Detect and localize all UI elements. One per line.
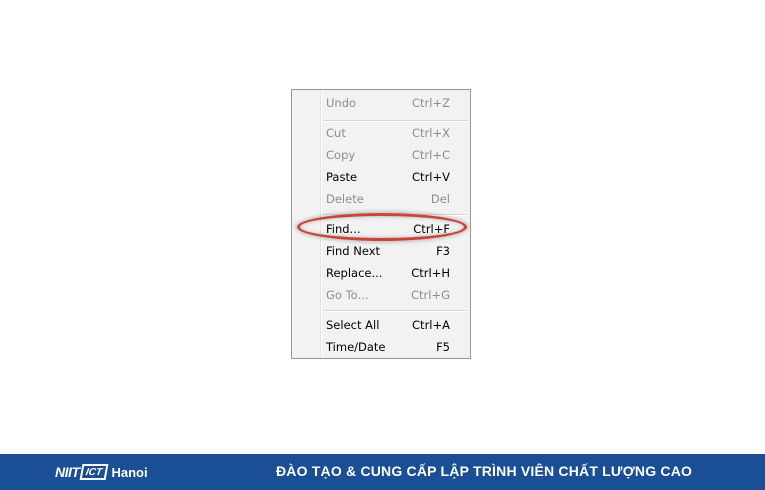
menu-item-shortcut: Ctrl+X	[412, 126, 450, 140]
menu-separator	[323, 214, 467, 216]
menu-item-copy[interactable]: Copy Ctrl+C	[326, 144, 450, 166]
menu-item-label: Go To...	[326, 288, 369, 302]
menu-item-time-date[interactable]: Time/Date F5	[326, 336, 450, 358]
menu-separator	[323, 310, 467, 312]
logo-city: Hanoi	[111, 464, 148, 480]
footer-slogan: ĐÀO TẠO & CUNG CẤP LẬP TRÌNH VIÊN CHẤT L…	[276, 463, 693, 479]
menu-item-label: Time/Date	[326, 340, 386, 354]
logo-box: ICT	[80, 464, 109, 480]
menu-item-cut[interactable]: Cut Ctrl+X	[326, 122, 450, 144]
menu-item-label: Select All	[326, 318, 380, 332]
menu-item-shortcut: Ctrl+F	[413, 222, 450, 236]
menu-item-shortcut: F5	[436, 340, 450, 354]
menu-item-shortcut: Ctrl+Z	[412, 96, 450, 110]
menu-item-label: Paste	[326, 170, 358, 184]
menu-item-find[interactable]: Find... Ctrl+F	[326, 218, 450, 240]
footer-banner: NIIT ICT Hanoi ĐÀO TẠO & CUNG CẤP LẬP TR…	[0, 454, 765, 490]
menu-item-paste[interactable]: Paste Ctrl+V	[326, 166, 450, 188]
menu-item-label: Find Next	[326, 244, 381, 258]
menu-item-label: Undo	[326, 96, 357, 110]
menu-item-label: Copy	[326, 148, 356, 162]
logo-text: NIIT	[55, 464, 80, 480]
niit-logo: NIIT ICT Hanoi	[55, 462, 148, 482]
menu-item-shortcut: Ctrl+V	[412, 170, 450, 184]
menu-item-go-to[interactable]: Go To... Ctrl+G	[326, 284, 450, 306]
edit-context-menu: Undo Ctrl+Z Cut Ctrl+X Copy Ctrl+C Paste…	[291, 89, 471, 359]
menu-item-label: Replace...	[326, 266, 383, 280]
menu-item-shortcut: Ctrl+A	[412, 318, 450, 332]
menu-item-find-next[interactable]: Find Next F3	[326, 240, 450, 262]
menu-item-undo[interactable]: Undo Ctrl+Z	[326, 92, 450, 114]
menu-item-select-all[interactable]: Select All Ctrl+A	[326, 314, 450, 336]
menu-item-replace[interactable]: Replace... Ctrl+H	[326, 262, 450, 284]
menu-item-shortcut: F3	[436, 244, 450, 258]
menu-item-delete[interactable]: Delete Del	[326, 188, 450, 210]
menu-item-label: Delete	[326, 192, 364, 206]
menu-icon-gutter	[320, 92, 322, 356]
menu-item-shortcut: Ctrl+G	[410, 288, 450, 302]
menu-item-shortcut: Del	[430, 192, 450, 206]
menu-item-shortcut: Ctrl+H	[411, 266, 450, 280]
menu-item-label: Cut	[326, 126, 346, 140]
menu-item-label: Find...	[326, 222, 361, 236]
menu-item-shortcut: Ctrl+C	[411, 148, 450, 162]
